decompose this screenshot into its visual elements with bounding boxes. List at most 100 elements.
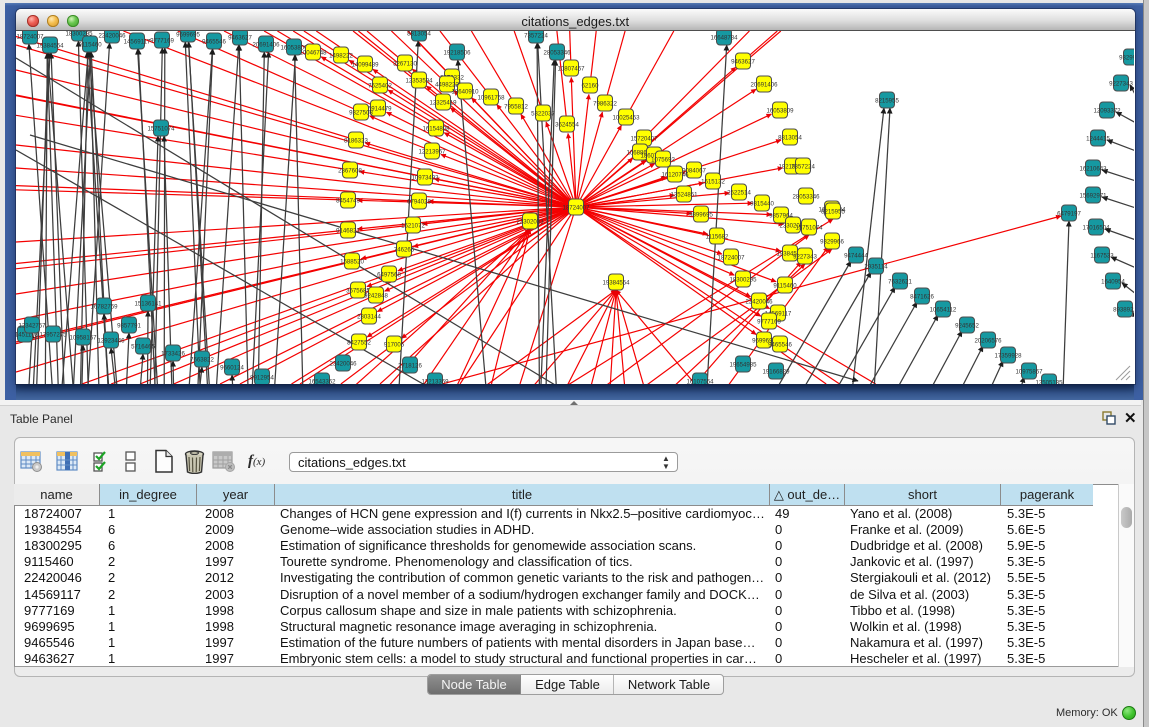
svg-text:6479197: 6479197: [1057, 211, 1081, 218]
svg-text:16107554: 16107554: [686, 379, 714, 384]
svg-text:20691406: 20691406: [252, 42, 280, 49]
svg-text:9899695: 9899695: [689, 212, 713, 219]
svg-text:18724007: 18724007: [562, 205, 590, 212]
svg-text:13524851: 13524851: [670, 192, 698, 199]
svg-text:12353594: 12353594: [405, 78, 433, 85]
svg-text:9329966: 9329966: [1119, 55, 1134, 62]
svg-text:17016504: 17016504: [1082, 225, 1110, 232]
svg-text:8938923: 8938923: [1113, 307, 1134, 314]
svg-text:1075692: 1075692: [651, 157, 675, 164]
svg-text:16648784: 16648784: [710, 35, 738, 42]
svg-text:23302033: 23302033: [516, 219, 544, 226]
svg-text:3624554: 3624554: [555, 122, 579, 129]
svg-text:9465546: 9465546: [768, 342, 792, 349]
svg-text:28053346: 28053346: [543, 50, 571, 57]
svg-text:7955812: 7955812: [504, 104, 528, 111]
svg-text:18640910: 18640910: [451, 89, 479, 96]
svg-text:1115682: 1115682: [706, 234, 729, 241]
svg-text:9115460: 9115460: [773, 283, 797, 290]
svg-text:20691406: 20691406: [750, 82, 778, 89]
svg-text:16120746: 16120746: [661, 172, 689, 179]
svg-text:10973493: 10973493: [411, 175, 439, 182]
svg-text:4498222: 4498222: [435, 82, 459, 89]
svg-text:7663822: 7663822: [190, 357, 214, 364]
svg-text:1167533: 1167533: [1090, 253, 1114, 260]
svg-text:9474444: 9474444: [844, 253, 868, 260]
svg-text:16053809: 16053809: [766, 108, 794, 115]
svg-text:16543362: 16543362: [308, 379, 336, 384]
svg-text:10654112: 10654112: [930, 307, 957, 314]
svg-text:9815440: 9815440: [750, 201, 774, 208]
svg-text:12923446: 12923446: [97, 338, 125, 345]
svg-text:1498222: 1498222: [329, 53, 353, 60]
svg-text:15751074: 15751074: [147, 126, 175, 133]
svg-text:9463627: 9463627: [731, 59, 755, 66]
svg-text:16782759: 16782759: [90, 304, 118, 311]
svg-text:19218506: 19218506: [443, 50, 471, 57]
svg-text:10961758: 10961758: [477, 95, 505, 102]
svg-text:12213967: 12213967: [418, 149, 446, 156]
svg-text:1733426: 1733426: [161, 351, 185, 358]
svg-text:8813054: 8813054: [778, 135, 802, 142]
svg-text:9777169: 9777169: [150, 38, 174, 45]
svg-text:22420046: 22420046: [745, 299, 773, 306]
svg-text:10958167: 10958167: [69, 335, 97, 342]
svg-text:9115460: 9115460: [78, 42, 102, 49]
svg-text:7357224: 7357224: [791, 164, 815, 171]
svg-text:5716465: 5716465: [131, 344, 155, 351]
svg-text:19654985: 19654985: [729, 362, 757, 369]
svg-text:6794028: 6794028: [407, 199, 431, 206]
svg-text:10975867: 10975867: [1015, 369, 1043, 376]
svg-text:12213369: 12213369: [421, 379, 449, 384]
svg-text:1621072: 1621072: [401, 223, 425, 230]
svg-text:8186323: 8186323: [344, 138, 368, 145]
svg-text:14569117: 14569117: [124, 39, 151, 46]
svg-text:2718126: 2718126: [398, 363, 422, 370]
svg-text:17359928: 17359928: [994, 353, 1022, 360]
svg-text:2935114: 2935114: [864, 264, 888, 271]
svg-text:18724007: 18724007: [16, 34, 44, 41]
svg-text:5322037: 5322037: [531, 111, 555, 118]
svg-text:7986322: 7986322: [593, 101, 617, 108]
svg-text:9327508: 9327508: [349, 110, 373, 117]
svg-text:9227343: 9227343: [793, 254, 817, 261]
svg-text:8215955: 8215955: [875, 98, 899, 105]
svg-text:6497568: 6497568: [377, 272, 401, 279]
svg-text:746266: 746266: [394, 247, 415, 254]
svg-text:15720407: 15720407: [630, 136, 658, 143]
svg-text:9463627: 9463627: [228, 35, 252, 42]
svg-text:8215955: 8215955: [821, 209, 845, 216]
svg-text:1244415: 1244415: [1086, 136, 1110, 143]
svg-text:17957275: 17957275: [39, 332, 67, 339]
svg-text:7632621: 7632621: [888, 279, 912, 286]
svg-text:15751074: 15751074: [795, 225, 823, 232]
svg-text:22420046: 22420046: [98, 33, 126, 40]
svg-text:15136141: 15136141: [134, 301, 162, 308]
svg-text:1588520: 1588520: [340, 259, 364, 266]
svg-text:10025453: 10025453: [612, 115, 640, 122]
svg-text:9857791: 9857791: [117, 323, 141, 330]
svg-text:9242848: 9242848: [364, 293, 388, 300]
svg-text:7625402: 7625402: [368, 83, 392, 90]
svg-text:14099489: 14099489: [351, 62, 379, 69]
svg-text:3267130: 3267130: [393, 61, 417, 68]
svg-text:16210643: 16210643: [1079, 166, 1107, 173]
svg-text:15692971: 15692971: [1079, 193, 1107, 200]
svg-text:19384554: 19384554: [602, 280, 630, 287]
svg-text:18300295: 18300295: [729, 277, 757, 284]
svg-text:917006: 917006: [384, 342, 405, 349]
svg-text:9329966: 9329966: [820, 239, 844, 246]
svg-text:12505135: 12505135: [1035, 380, 1063, 384]
svg-text:9465546: 9465546: [202, 39, 226, 46]
svg-text:9699695: 9699695: [176, 32, 200, 39]
svg-text:2803144: 2803144: [357, 314, 381, 321]
svg-text:12325419: 12325419: [429, 100, 457, 107]
svg-text:10807467: 10807467: [557, 66, 585, 73]
svg-text:7357224: 7357224: [524, 33, 548, 40]
svg-text:20206576: 20206576: [974, 338, 1002, 345]
svg-text:18724007: 18724007: [717, 255, 745, 262]
svg-text:62160: 62160: [582, 83, 600, 90]
svg-text:28053346: 28053346: [792, 194, 820, 201]
svg-text:8912954: 8912954: [250, 375, 274, 382]
svg-text:12342757: 12342757: [18, 323, 46, 330]
